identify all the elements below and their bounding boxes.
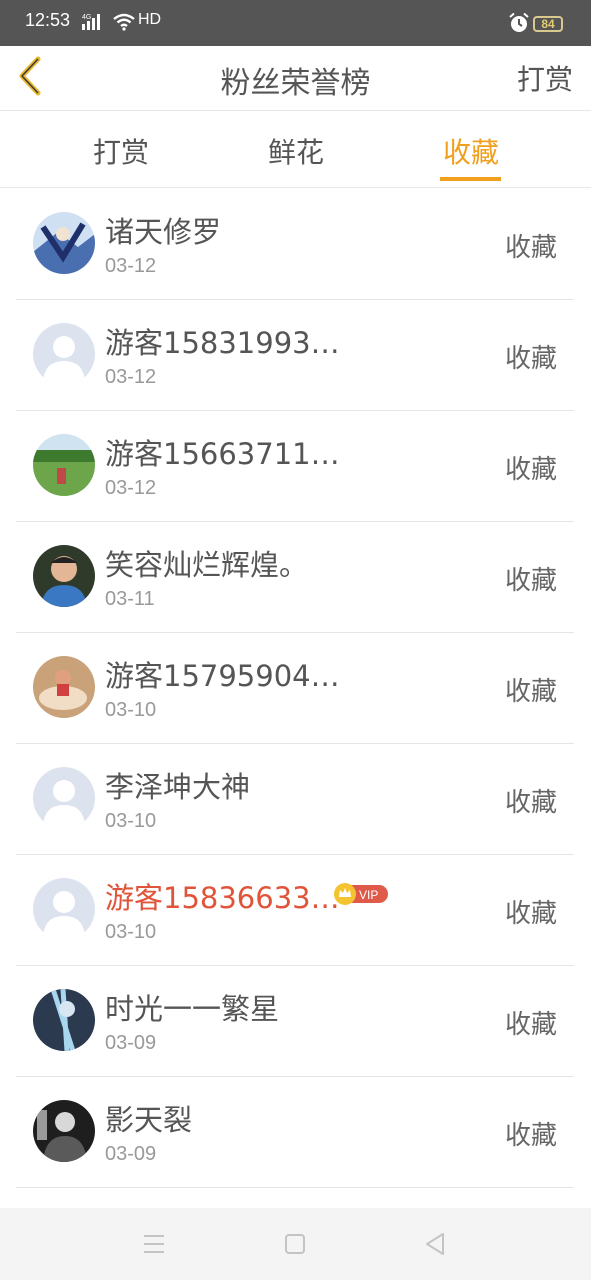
row-date: 03-09 <box>105 1143 157 1165</box>
hd-indicator: HD <box>138 11 162 28</box>
list-item[interactable]: 游客15663711… 03-12 收藏 <box>16 411 574 522</box>
user-avatar[interactable] <box>33 989 95 1051</box>
fan-list: 诸天修罗 03-12 收藏 游客15831993… 03-12 收藏 游客156… <box>16 189 574 1188</box>
row-action-label: 收藏 <box>504 1121 557 1151</box>
tab-favorites[interactable]: 收藏 <box>401 131 541 171</box>
row-action-label: 收藏 <box>504 899 557 929</box>
status-bar: 12:53 4G HD 84 <box>0 0 591 46</box>
user-name: 游客15663711… <box>105 437 340 471</box>
user-avatar[interactable] <box>33 545 95 607</box>
row-action-label: 收藏 <box>504 566 557 596</box>
list-item[interactable]: 诸天修罗 03-12 收藏 <box>16 189 574 300</box>
tip-button[interactable]: 打赏 <box>517 58 573 98</box>
default-avatar-icon[interactable] <box>33 323 95 385</box>
default-avatar-icon[interactable] <box>33 878 95 940</box>
home-icon[interactable] <box>284 1233 306 1255</box>
row-action-label: 收藏 <box>504 1010 557 1040</box>
user-name: 影天裂 <box>105 1103 193 1137</box>
default-avatar-icon[interactable] <box>33 767 95 829</box>
row-action-label: 收藏 <box>504 677 557 707</box>
user-name: 游客15795904… <box>105 659 340 693</box>
alarm-icon <box>509 12 529 32</box>
row-date: 03-12 <box>105 255 157 277</box>
user-avatar[interactable] <box>33 434 95 496</box>
header-bar: 粉丝荣誉榜 打赏 <box>0 46 591 111</box>
tab-tip[interactable]: 打赏 <box>51 131 191 171</box>
vip-badge: VIP <box>334 883 388 905</box>
row-action-label: 收藏 <box>504 455 557 485</box>
status-time: 12:53 <box>25 10 71 30</box>
user-avatar[interactable] <box>33 656 95 718</box>
row-date: 03-10 <box>105 699 157 721</box>
tab-flowers[interactable]: 鲜花 <box>226 131 366 171</box>
row-date: 03-11 <box>105 588 155 610</box>
list-item[interactable]: 游客15831993… 03-12 收藏 <box>16 300 574 411</box>
user-name: 笑容灿烂辉煌。 <box>105 548 309 582</box>
network-type-label: 4G <box>82 14 91 21</box>
wifi-icon <box>113 13 135 31</box>
row-action-label: 收藏 <box>504 233 557 263</box>
list-item[interactable]: 李泽坤大神 03-10 收藏 <box>16 744 574 855</box>
row-date: 03-10 <box>105 810 157 832</box>
user-name: 诸天修罗 <box>105 215 222 249</box>
row-date: 03-10 <box>105 921 157 943</box>
page-title: 粉丝荣誉榜 <box>220 66 371 101</box>
user-name: 李泽坤大神 <box>105 770 251 804</box>
user-name: 游客15831993… <box>105 326 340 360</box>
battery-indicator: 84 <box>533 16 563 32</box>
row-action-label: 收藏 <box>504 344 557 374</box>
user-avatar[interactable] <box>33 1100 95 1162</box>
row-date: 03-09 <box>105 1032 157 1054</box>
row-action-label: 收藏 <box>504 788 557 818</box>
active-tab-indicator <box>440 177 501 181</box>
menu-icon[interactable] <box>143 1234 165 1254</box>
cellular-signal-icon: 4G <box>82 14 100 30</box>
list-item[interactable]: 时光一一繁星 03-09 收藏 <box>16 966 574 1077</box>
list-item[interactable]: 游客15795904… 03-10 收藏 <box>16 633 574 744</box>
vip-badge-label: VIP <box>359 888 378 902</box>
user-avatar[interactable] <box>33 212 95 274</box>
back-triangle-icon[interactable] <box>424 1232 446 1256</box>
user-name: 时光一一繁星 <box>105 992 280 1026</box>
row-date: 03-12 <box>105 477 157 499</box>
list-item[interactable]: 游客15836633… VIP 03-10 收藏 <box>16 855 574 966</box>
user-name: 游客15836633… <box>105 881 340 915</box>
tab-bar: 打赏 鲜花 收藏 <box>0 111 591 188</box>
list-item[interactable]: 笑容灿烂辉煌。 03-11 收藏 <box>16 522 574 633</box>
list-item[interactable]: 影天裂 03-09 收藏 <box>16 1077 574 1188</box>
row-date: 03-12 <box>105 366 157 388</box>
system-nav-bar <box>0 1208 591 1280</box>
